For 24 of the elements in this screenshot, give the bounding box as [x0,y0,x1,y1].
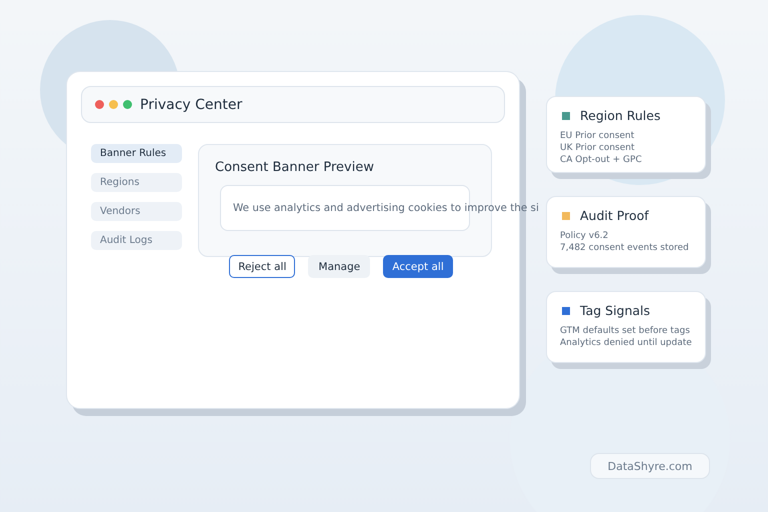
sidebar-item[interactable]: Vendors [91,202,182,221]
sidebar-item[interactable]: Banner Rules [91,144,182,163]
card-title: Region Rules [580,108,660,123]
card-line: GTM defaults set before tags [560,325,691,337]
card-line: 7,482 consent events stored [560,242,690,254]
card-line: Analytics denied until update [560,337,693,349]
window-title: Privacy Center [140,96,242,112]
sidebar-item[interactable]: Regions [91,173,182,192]
card-line: CA Opt-out + GPC [560,154,643,166]
card-line: UK Prior consent [560,142,636,154]
minimize-dot-icon [109,100,118,109]
banner-message: We use analytics and advertising cookies to improve the si [233,202,539,214]
card-line: Policy v6.2 [560,230,610,242]
manage-button[interactable]: Manage [308,255,370,278]
brand-label: DataShyre.com [590,453,710,479]
card-title: Tag Signals [580,303,650,318]
preview-title: Consent Banner Preview [215,160,375,175]
accept-button[interactable]: Accept all [383,255,453,278]
card-title: Audit Proof [580,208,649,223]
close-dot-icon [95,100,104,109]
card-line: EU Prior consent [560,130,636,142]
sidebar-item[interactable]: Audit Logs [91,231,182,250]
maximize-dot-icon [123,100,132,109]
reject-button[interactable]: Reject all [229,255,296,278]
